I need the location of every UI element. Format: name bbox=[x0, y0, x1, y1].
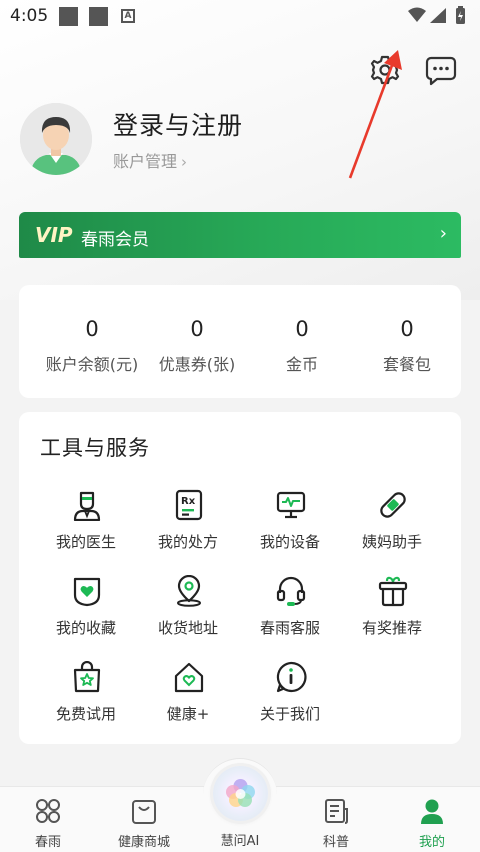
chevron-right-icon: › bbox=[439, 223, 447, 244]
tool-about-us[interactable]: 关于我们 bbox=[237, 661, 343, 733]
stat-label: 金币 bbox=[285, 355, 318, 374]
tools-title: 工具与服务 bbox=[40, 436, 150, 460]
status-time: 4:05 bbox=[10, 6, 49, 26]
svg-text:Rx: Rx bbox=[181, 496, 196, 507]
stat-label: 账户余额(元) bbox=[45, 355, 139, 374]
vip-label: 春雨会员 bbox=[81, 230, 149, 250]
stat-value: 0 bbox=[295, 317, 309, 341]
tool-label: 我的设备 bbox=[259, 533, 320, 551]
nav-label: 我的 bbox=[418, 835, 445, 850]
stat-coupons[interactable]: 0 优惠券(张) bbox=[142, 285, 252, 398]
account-management-label: 账户管理 bbox=[113, 152, 178, 171]
tool-label: 姨妈助手 bbox=[361, 533, 422, 551]
nav-label: 春雨 bbox=[34, 835, 61, 850]
prescription-icon: Rx bbox=[175, 489, 203, 521]
tool-customer-service[interactable]: 春雨客服 bbox=[237, 575, 343, 647]
nav-label-ai: 慧问AI bbox=[220, 834, 260, 849]
vip-badge: VIP bbox=[35, 223, 73, 247]
home-grid-icon bbox=[36, 799, 60, 823]
avatar[interactable] bbox=[20, 103, 92, 175]
tool-label: 收货地址 bbox=[157, 619, 218, 637]
shopping-bag-star-icon bbox=[73, 661, 101, 693]
doctor-icon bbox=[73, 491, 101, 521]
person-icon bbox=[421, 799, 443, 824]
location-pin-icon bbox=[177, 575, 201, 607]
notification-icon bbox=[89, 7, 108, 26]
tool-label: 关于我们 bbox=[259, 705, 320, 723]
tool-label: 我的医生 bbox=[55, 533, 116, 551]
tool-my-doctor[interactable]: 我的医生 bbox=[33, 489, 139, 561]
tools-services-card: 工具与服务 我的医生 Rx 我的处方 我的设备 姨妈助手 我的收藏 收货地址 春… bbox=[19, 412, 461, 744]
annotation-arrow bbox=[348, 50, 402, 179]
monitor-device-icon bbox=[276, 491, 306, 519]
stat-packages[interactable]: 0 套餐包 bbox=[352, 285, 462, 398]
tool-label: 免费试用 bbox=[55, 705, 116, 723]
tool-label: 春雨客服 bbox=[259, 619, 320, 637]
article-icon bbox=[325, 799, 348, 824]
account-management-link[interactable]: 账户管理 › bbox=[113, 148, 187, 172]
gift-icon bbox=[378, 576, 408, 607]
nav-item-science[interactable]: 科普 bbox=[288, 787, 384, 852]
tool-label: 我的收藏 bbox=[55, 619, 116, 637]
favorite-heart-icon bbox=[73, 577, 101, 607]
stat-label: 优惠券(张) bbox=[158, 355, 236, 374]
nav-item-chunyu[interactable]: 春雨 bbox=[0, 787, 96, 852]
login-register-title[interactable]: 登录与注册 bbox=[113, 106, 243, 142]
stat-label: 套餐包 bbox=[382, 355, 431, 374]
tool-my-device[interactable]: 我的设备 bbox=[237, 489, 343, 561]
tool-label: 有奖推荐 bbox=[361, 619, 422, 637]
notification-a-icon: A bbox=[121, 9, 135, 23]
message-button[interactable] bbox=[424, 53, 458, 87]
tool-label: 健康+ bbox=[166, 705, 210, 723]
system-status-icons bbox=[408, 6, 465, 24]
info-icon bbox=[276, 661, 307, 693]
notification-icon bbox=[59, 7, 78, 26]
tool-free-trial[interactable]: 免费试用 bbox=[33, 661, 139, 733]
nav-item-mine[interactable]: 我的 bbox=[384, 787, 480, 852]
stat-value: 0 bbox=[190, 317, 204, 341]
tool-health-plus[interactable]: 健康+ bbox=[135, 661, 241, 733]
nav-item-health-mall[interactable]: 健康商城 bbox=[96, 787, 192, 852]
chevron-right-icon: › bbox=[181, 153, 188, 171]
signal-icon bbox=[430, 8, 446, 23]
tool-period-assistant[interactable]: 姨妈助手 bbox=[339, 489, 445, 561]
tool-my-favorites[interactable]: 我的收藏 bbox=[33, 575, 139, 647]
bandage-icon bbox=[380, 492, 406, 518]
tool-shipping-address[interactable]: 收货地址 bbox=[135, 575, 241, 647]
account-stats-card: 0 账户余额(元) 0 优惠券(张) 0 金币 0 套餐包 bbox=[19, 285, 461, 398]
house-heart-icon bbox=[174, 662, 204, 693]
vip-membership-banner[interactable]: VIP 春雨会员 › bbox=[19, 212, 461, 258]
user-avatar-icon bbox=[20, 103, 92, 175]
nav-label: 健康商城 bbox=[117, 835, 170, 850]
headset-icon bbox=[276, 576, 306, 606]
shop-bag-icon bbox=[132, 800, 156, 824]
stat-gold-coins[interactable]: 0 金币 bbox=[247, 285, 357, 398]
wifi-icon bbox=[408, 7, 426, 22]
chat-bubble-icon bbox=[425, 56, 457, 86]
ai-orb-icon bbox=[226, 779, 255, 807]
nav-label: 科普 bbox=[322, 835, 349, 850]
tool-label: 我的处方 bbox=[157, 533, 218, 551]
stat-balance[interactable]: 0 账户余额(元) bbox=[37, 285, 147, 398]
status-bar: 4:05 A bbox=[0, 0, 480, 34]
tool-referral-reward[interactable]: 有奖推荐 bbox=[339, 575, 445, 647]
tool-my-prescription[interactable]: Rx 我的处方 bbox=[135, 489, 241, 561]
stat-value: 0 bbox=[85, 317, 99, 341]
stat-value: 0 bbox=[400, 317, 414, 341]
nav-item-ai[interactable] bbox=[213, 766, 268, 821]
